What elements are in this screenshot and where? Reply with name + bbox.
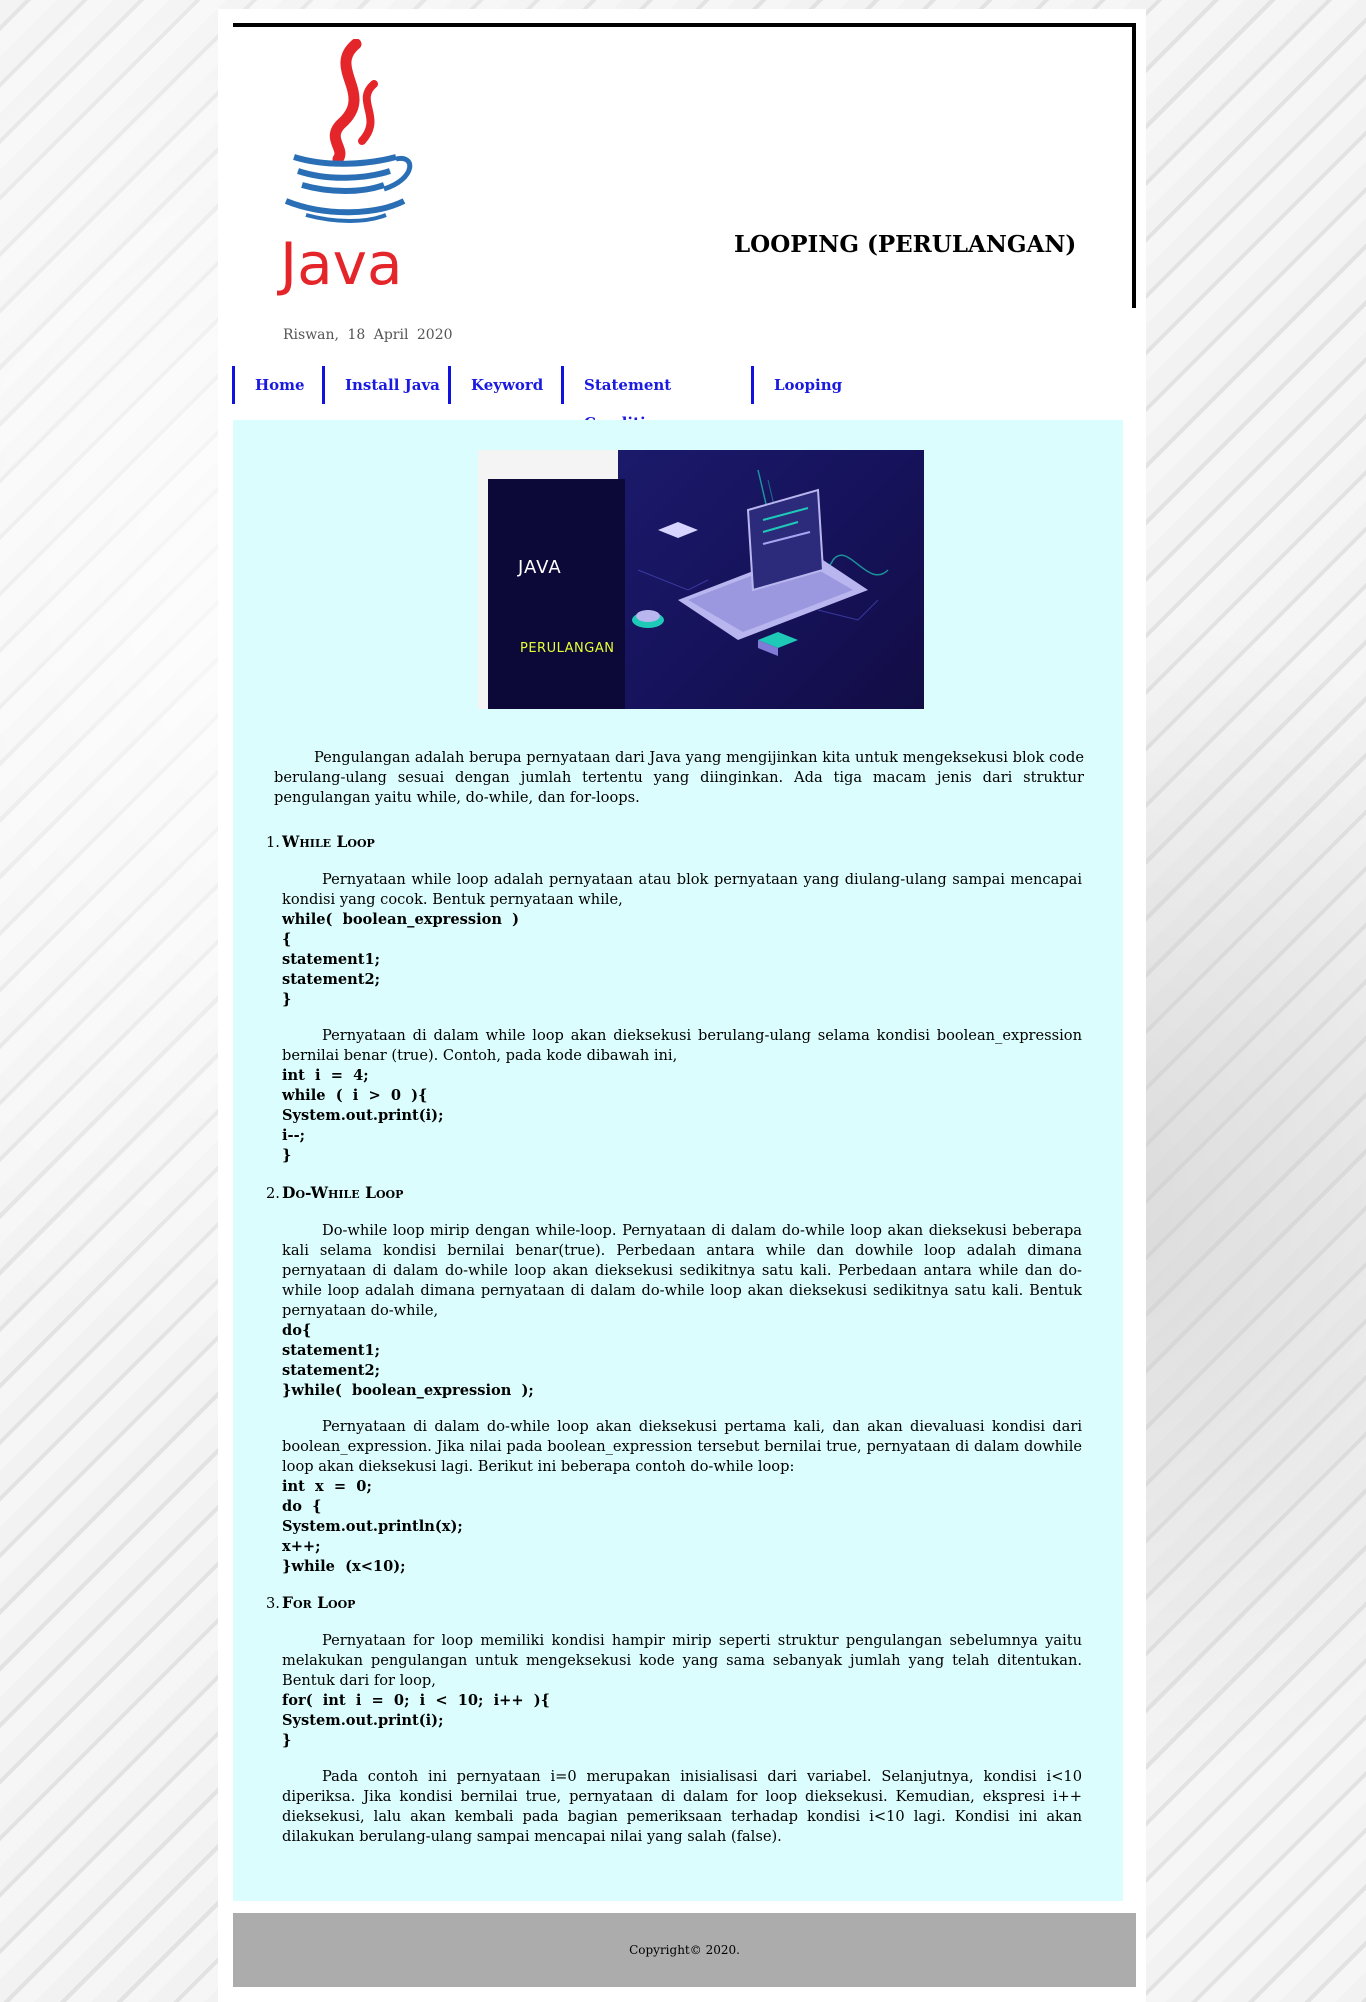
hero-image: JAVA PERULANGAN	[478, 450, 924, 709]
section-paragraph: Pernyataan while loop adalah pernyataan …	[282, 871, 1082, 908]
code-block: for( int i = 0; i < 10; i++ ){ System.ou…	[282, 1692, 551, 1749]
section-number: 3.	[266, 1595, 280, 1612]
footer: Copyright© 2020.	[233, 1913, 1136, 1987]
intro-paragraph: Pengulangan adalah berupa pernyataan dar…	[274, 749, 1084, 806]
code-block: int x = 0; do { System.out.println(x); x…	[282, 1478, 463, 1575]
section-heading-text: While Loop	[282, 832, 375, 851]
author-date-line: Riswan, 18 April 2020	[283, 327, 453, 343]
hero-title-panel: JAVA PERULANGAN	[488, 479, 625, 709]
nav-link-home[interactable]: Home	[232, 366, 322, 404]
section-heading-text: For Loop	[282, 1593, 356, 1612]
page-container: Java LOOPING (PERULANGAN) Riswan, 18 Apr…	[218, 9, 1146, 2002]
code-block: while( boolean_expression ) { statement1…	[282, 911, 520, 1008]
svg-text:Java: Java	[277, 230, 403, 298]
section-number: 2.	[266, 1185, 280, 1202]
java-logo: Java	[277, 39, 413, 298]
section-paragraph: Pernyataan di dalam do-while loop akan d…	[282, 1418, 1082, 1475]
section-heading: 2. Do-While Loop	[266, 1183, 1082, 1204]
page-title: LOOPING (PERULANGAN)	[734, 231, 1077, 258]
main-nav: Home Install Java Keyword Statement Cond…	[232, 366, 851, 432]
code-block: int i = 4; while ( i > 0 ){ System.out.p…	[282, 1067, 444, 1164]
section-number: 1.	[266, 834, 280, 851]
section-do-while-loop: 2. Do-While Loop Do-while loop mirip deng…	[266, 1183, 1082, 1577]
nav-link-install-java[interactable]: Install Java	[322, 366, 448, 404]
main-content: JAVA PERULANGAN Pengulangan adalah berup…	[233, 420, 1123, 1901]
nav-link-statement-condition[interactable]: Statement Condition	[561, 366, 751, 432]
section-for-loop: 3. For Loop Pernyataan for loop memiliki …	[266, 1593, 1082, 1847]
nav-link-keyword[interactable]: Keyword	[448, 366, 561, 404]
hero-title: JAVA	[518, 557, 562, 578]
section-while-loop: 1. While Loop Pernyataan while loop adala…	[266, 832, 1082, 1166]
nav-link-looping[interactable]: Looping	[751, 366, 851, 404]
section-paragraph: Pada contoh ini pernyataan i=0 merupakan…	[282, 1768, 1082, 1845]
copyright-text: Copyright© 2020.	[629, 1943, 740, 1957]
code-block: do{ statement1; statement2; }while( bool…	[282, 1322, 534, 1399]
section-heading-text: Do-While Loop	[282, 1183, 404, 1202]
section-heading: 1. While Loop	[266, 832, 1082, 853]
section-heading: 3. For Loop	[266, 1593, 1082, 1614]
hero-subtitle: PERULANGAN	[520, 641, 615, 656]
section-paragraph: Pernyataan di dalam while loop akan diek…	[282, 1027, 1082, 1064]
section-paragraph: Pernyataan for loop memiliki kondisi ham…	[282, 1632, 1082, 1689]
laptop-illustration	[632, 469, 889, 656]
section-paragraph: Do-while loop mirip dengan while-loop. P…	[282, 1222, 1082, 1319]
